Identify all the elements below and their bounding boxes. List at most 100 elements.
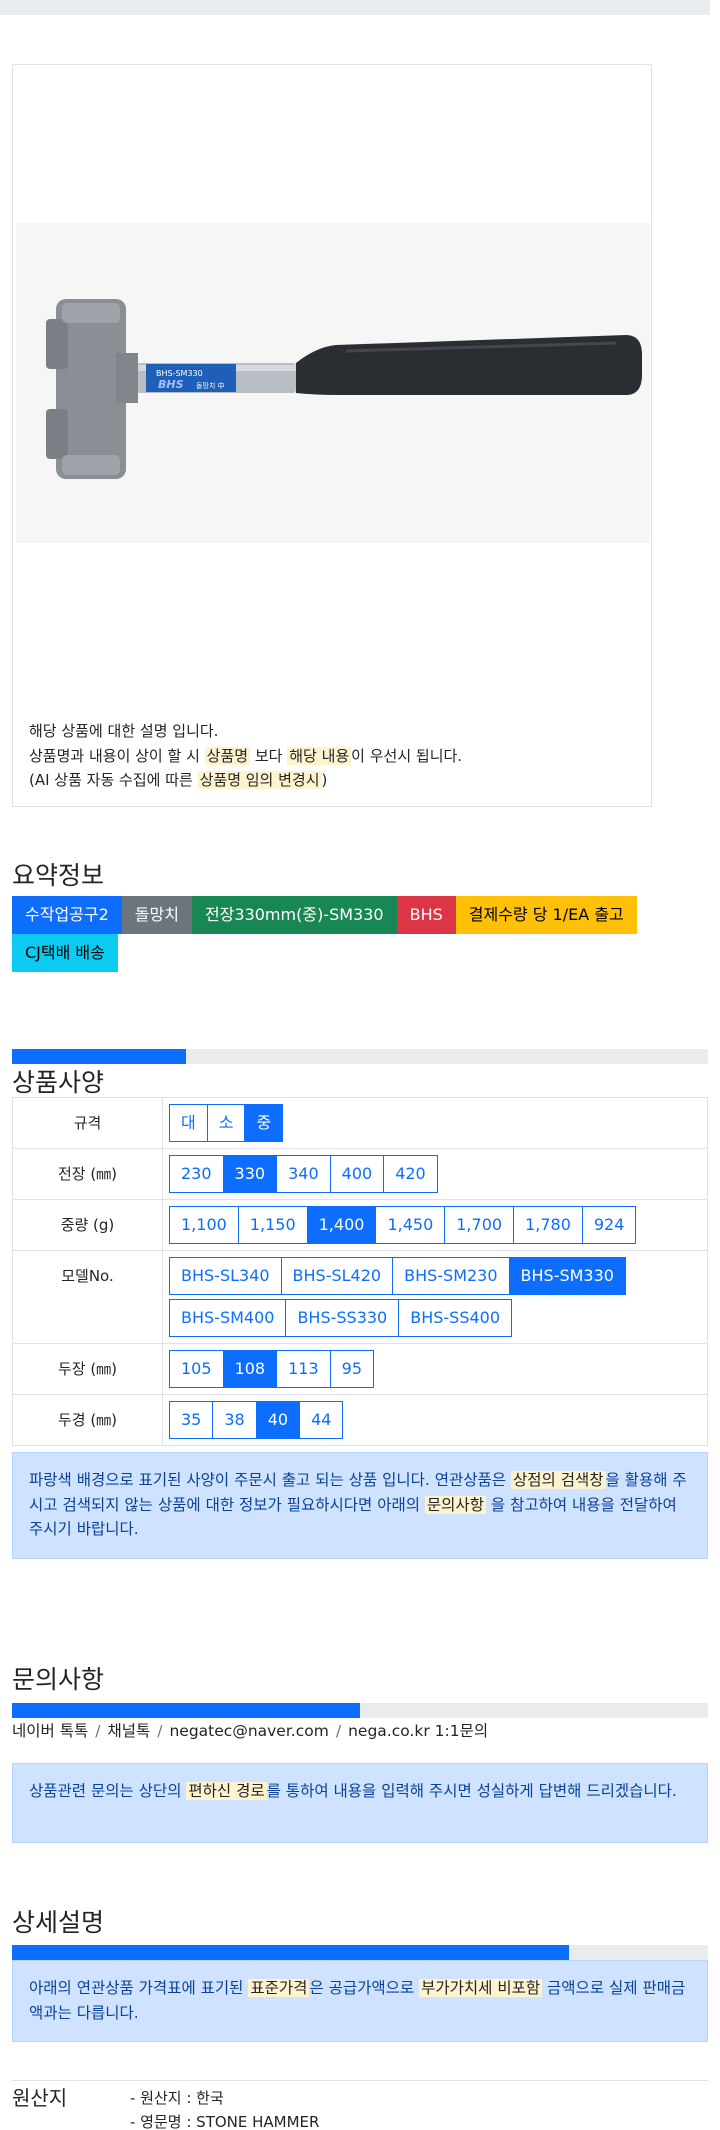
spec-option-button[interactable]: BHS-SM400 [169, 1299, 287, 1337]
spec-option-button[interactable]: 1,150 [237, 1206, 308, 1244]
spec-option-button[interactable]: 95 [329, 1350, 374, 1388]
spec-option-button[interactable]: BHS-SM330 [508, 1257, 626, 1295]
spec-option-button[interactable]: 420 [383, 1155, 438, 1193]
detail-alert: 아래의 연관상품 가격표에 표기된 표준가격 은 공급가액으로 부가가치세 비포함… [12, 1960, 708, 2042]
spec-option-button[interactable]: 400 [329, 1155, 385, 1193]
contact-separator: / [157, 1722, 163, 1740]
spec-option-button[interactable]: 924 [581, 1206, 637, 1244]
summary-badge: CJ택배 배송 [12, 934, 118, 972]
inquiry-progress-fill [12, 1703, 360, 1718]
hammer-label-brand: BHS [158, 378, 184, 391]
highlight-vat-excluded: 부가가치세 비포함 [419, 1979, 543, 1997]
product-image-panel: BHS-SM330 BHS 돌망치 中 해당 상품에 대한 설명 입니다. 상품… [12, 64, 652, 807]
spec-options: 35 38 40 44 [162, 1394, 708, 1446]
summary-badges: 수작업공구2 돌망치 전장330mm(중)-SM330 BHS 결제수량 당 1/EA … [12, 896, 642, 972]
spec-option-button[interactable]: 1,700 [444, 1206, 515, 1244]
contact-link[interactable]: negatec@naver.com [169, 1722, 328, 1740]
spec-option-button[interactable]: 108 [222, 1350, 278, 1388]
contact-list: 네이버 톡톡 / 채널톡 / negatec@naver.com / nega.co.kr … [12, 1719, 488, 1741]
highlight-standard-price: 표준가격 [248, 1979, 310, 1997]
spec-option-button[interactable]: 105 [169, 1350, 224, 1388]
spec-option-button[interactable]: 중 [244, 1104, 284, 1142]
hammer-label-model: BHS-SM330 [156, 369, 203, 378]
note-line-2: 상품명과 내용이 상이 할 시 상품명 보다 해당 내용 이 우선시 됩니다. [29, 746, 463, 765]
option-group: 105 108 113 95 [169, 1350, 374, 1388]
spec-option-button[interactable]: 230 [169, 1155, 224, 1193]
summary-badge: 전장330mm(중)-SM330 [191, 896, 397, 934]
spec-table: 규격 대 소 중 전장 (㎜) 230 330 340 400 420 중량 (g) 1,100 1,1… [12, 1097, 708, 1446]
spec-row: 전장 (㎜) 230 330 340 400 420 [12, 1148, 708, 1200]
summary-title: 요약정보 [12, 861, 105, 890]
hammer-illustration: BHS-SM330 BHS 돌망치 中 [46, 299, 642, 479]
spec-label: 중량 (g) [12, 1199, 163, 1251]
contact-separator: / [95, 1722, 101, 1740]
spec-option-button[interactable]: 1,400 [306, 1206, 377, 1244]
option-group: 230 330 340 400 420 [169, 1155, 438, 1193]
spec-options: 105 108 113 95 [162, 1343, 708, 1395]
product-image-note: 해당 상품에 대한 설명 입니다. 상품명과 내용이 상이 할 시 상품명 보다… [29, 719, 462, 793]
spec-option-button[interactable]: 330 [222, 1155, 278, 1193]
option-group: 1,100 1,150 1,400 1,450 1,700 1,780 924 [169, 1206, 637, 1244]
top-bar [0, 0, 710, 15]
spec-option-button[interactable]: BHS-SL340 [169, 1257, 282, 1295]
origin-item: - 영문명 : STONE HAMMER [130, 2113, 320, 2130]
option-group: BHS-SM400 BHS-SS330 BHS-SS400 [169, 1299, 513, 1337]
spec-options: 대소중 [162, 1097, 708, 1149]
spec-label: 규격 [12, 1097, 163, 1149]
spec-option-button[interactable]: 44 [299, 1401, 344, 1439]
spec-options: 1,100 1,150 1,400 1,450 1,700 1,780 924 [162, 1199, 708, 1251]
spec-option-button[interactable]: 40 [255, 1401, 301, 1439]
inquiry-title: 문의사항 [12, 1665, 105, 1694]
highlight-name-change: 상품명 임의 변경시 [197, 771, 322, 789]
spec-option-button[interactable]: 38 [212, 1401, 257, 1439]
inquiry-alert: 상품관련 문의는 상단의 편하신 경로 를 통하여 내용을 입력해 주시면 성실하… [12, 1763, 708, 1843]
contact-separator: / [335, 1722, 342, 1740]
origin-title: 원산지 [12, 2086, 68, 2110]
spec-row: 규격 대 소 중 [12, 1097, 708, 1149]
spec-option-button[interactable]: BHS-SS400 [398, 1299, 513, 1337]
inquiry-progress-bar [12, 1703, 708, 1718]
spec-option-button[interactable]: 1,450 [375, 1206, 446, 1244]
spec-alert: 파랑색 배경으로 표기된 사양이 주문시 출고 되는 상품 입니다. 연관상품은… [12, 1452, 708, 1559]
spec-option-button[interactable]: 113 [276, 1350, 331, 1388]
spec-option-button[interactable]: 1,780 [513, 1206, 583, 1244]
note-line-3: (AI 상품 자동 수집에 따른 상품명 임의 변경시) [29, 771, 328, 789]
spec-option-button[interactable]: 1,100 [169, 1206, 239, 1244]
contact-link[interactable]: 채널톡 [107, 1722, 150, 1740]
spec-label: 모델No. [12, 1250, 163, 1344]
spec-progress-fill [12, 1049, 186, 1064]
product-image: BHS-SM330 BHS 돌망치 中 [16, 223, 650, 543]
highlight-inquiry: 문의사항 [424, 1495, 486, 1514]
summary-badge: 돌망치 [121, 896, 192, 934]
spec-option-button[interactable]: 소 [206, 1104, 246, 1142]
spec-options: BHS-SL340 BHS-SL420 BHS-SM230 BHS-SM330 BHS-… [162, 1250, 708, 1344]
highlight-search-box: 상점의 검색창 [511, 1471, 606, 1489]
highlight-product-name: 상품명 [204, 746, 251, 765]
note-line-1: 해당 상품에 대한 설명 입니다. [29, 722, 219, 740]
highlight-convenient-route: 편하신 경로 [186, 1782, 267, 1800]
spec-row: 모델No. BHS-SL340 BHS-SL420 BHS-SM230 BHS-SM33… [12, 1250, 708, 1344]
spec-option-button[interactable]: 340 [276, 1155, 331, 1193]
spec-row: 두경 (㎜) 35 38 40 44 [12, 1394, 708, 1446]
spec-option-button[interactable]: 대 [169, 1104, 208, 1142]
detail-progress-fill [12, 1945, 569, 1960]
contact-link[interactable]: nega.co.kr 1:1문의 [348, 1722, 488, 1740]
spec-option-button[interactable]: BHS-SS330 [285, 1299, 400, 1337]
spec-label: 두경 (㎜) [12, 1394, 163, 1446]
spec-option-button[interactable]: BHS-SM230 [392, 1257, 510, 1295]
origin-item: - 원산지 : 한국 [130, 2089, 224, 2107]
spec-title: 상품사양 [12, 1068, 105, 1097]
spec-row: 중량 (g) 1,100 1,150 1,400 1,450 1,700 1,780 924 [12, 1199, 708, 1251]
contact-link[interactable]: 네이버 톡톡 [12, 1722, 88, 1740]
origin-divider [12, 2080, 708, 2081]
spec-option-button[interactable]: BHS-SL420 [280, 1257, 394, 1295]
spec-label: 두장 (㎜) [12, 1343, 163, 1395]
spec-progress-bar [12, 1049, 708, 1064]
summary-badge: 결제수량 당 1/EA 출고 [455, 896, 637, 934]
summary-badge: BHS [396, 896, 456, 934]
option-group: 대소중 [169, 1104, 284, 1142]
option-group: 35 38 40 44 [169, 1401, 344, 1439]
spec-option-button[interactable]: 35 [169, 1401, 214, 1439]
option-group: BHS-SL340 BHS-SL420 BHS-SM230 BHS-SM330 [169, 1257, 626, 1295]
origin-list: - 원산지 : 한국 - 영문명 : STONE HAMMER [130, 2086, 319, 2130]
